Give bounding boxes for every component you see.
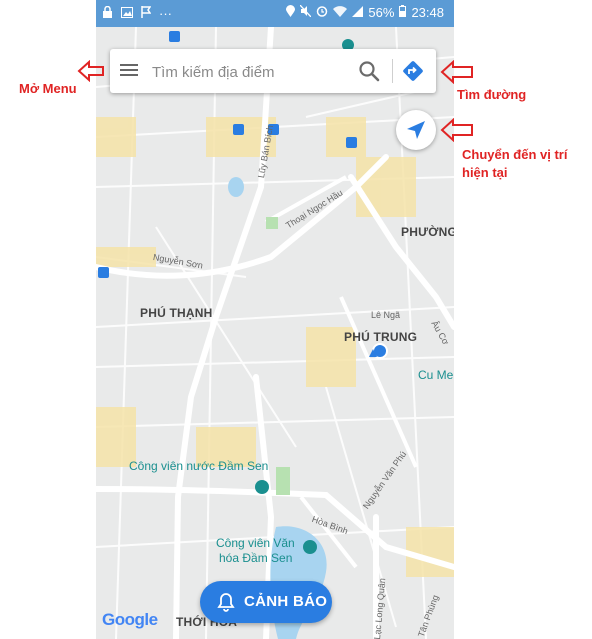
alarm-icon: [316, 5, 328, 20]
battery-percent: 56%: [368, 5, 395, 20]
poi-label-dam-sen-water-park[interactable]: Công viên nước Đầm Sen: [129, 459, 268, 473]
annotation-locate-line1: Chuyển đến vị trí: [462, 147, 568, 162]
annotation-arrow-locate: [440, 118, 473, 142]
mute-icon: [299, 4, 312, 20]
search-divider: [392, 59, 393, 83]
map-label-cu-me: Cu Me: [418, 368, 454, 382]
wifi-icon: [333, 5, 348, 20]
image-icon: [121, 6, 133, 21]
bell-icon: [217, 593, 235, 612]
location-pin-icon: [286, 5, 296, 20]
my-location-button[interactable]: [396, 110, 436, 150]
navigation-arrow-icon: [407, 121, 425, 139]
clock-time: 23:48: [411, 5, 444, 20]
street-label-le-nga: Lê Ngã: [371, 310, 401, 320]
search-input[interactable]: [150, 60, 354, 84]
poi-label-dam-sen-park-line1[interactable]: Công viên Văn: [216, 536, 295, 550]
alert-button-label: CẢNH BÁO: [244, 593, 328, 610]
annotation-arrow-directions: [440, 60, 473, 84]
search-icon[interactable]: [358, 60, 380, 87]
signal-icon: [352, 5, 364, 20]
hamburger-icon[interactable]: [120, 61, 138, 81]
annotation-locate-line2: hiện tại: [462, 165, 508, 180]
search-bar[interactable]: [110, 49, 436, 93]
phone-screen: PHÚ THẠNH PHÚ TRUNG PHƯỜNG THỚI HOÀ Lũy …: [96, 0, 454, 639]
poi-label-dam-sen-park-line2[interactable]: hóa Đầm Sen: [219, 551, 292, 565]
lock-icon: [102, 5, 113, 21]
alert-button[interactable]: CẢNH BÁO: [200, 581, 332, 623]
annotation-menu: Mở Menu: [19, 81, 77, 96]
flag-icon: [141, 6, 152, 21]
annotation-directions: Tìm đường: [457, 87, 527, 102]
annotation-arrow-menu: [77, 60, 104, 82]
google-logo: Google: [102, 610, 158, 630]
map-label-phuong: PHƯỜNG: [401, 225, 454, 239]
map-label-phu-thanh: PHÚ THẠNH: [140, 306, 213, 320]
battery-icon: [399, 5, 407, 20]
status-bar: ··· 56% 23:48: [96, 0, 454, 27]
status-more-dots: ···: [159, 6, 172, 21]
directions-icon[interactable]: [402, 60, 424, 87]
google-logo-text: Google: [102, 610, 158, 629]
map-label-phu-trung: PHÚ TRUNG: [344, 330, 418, 344]
